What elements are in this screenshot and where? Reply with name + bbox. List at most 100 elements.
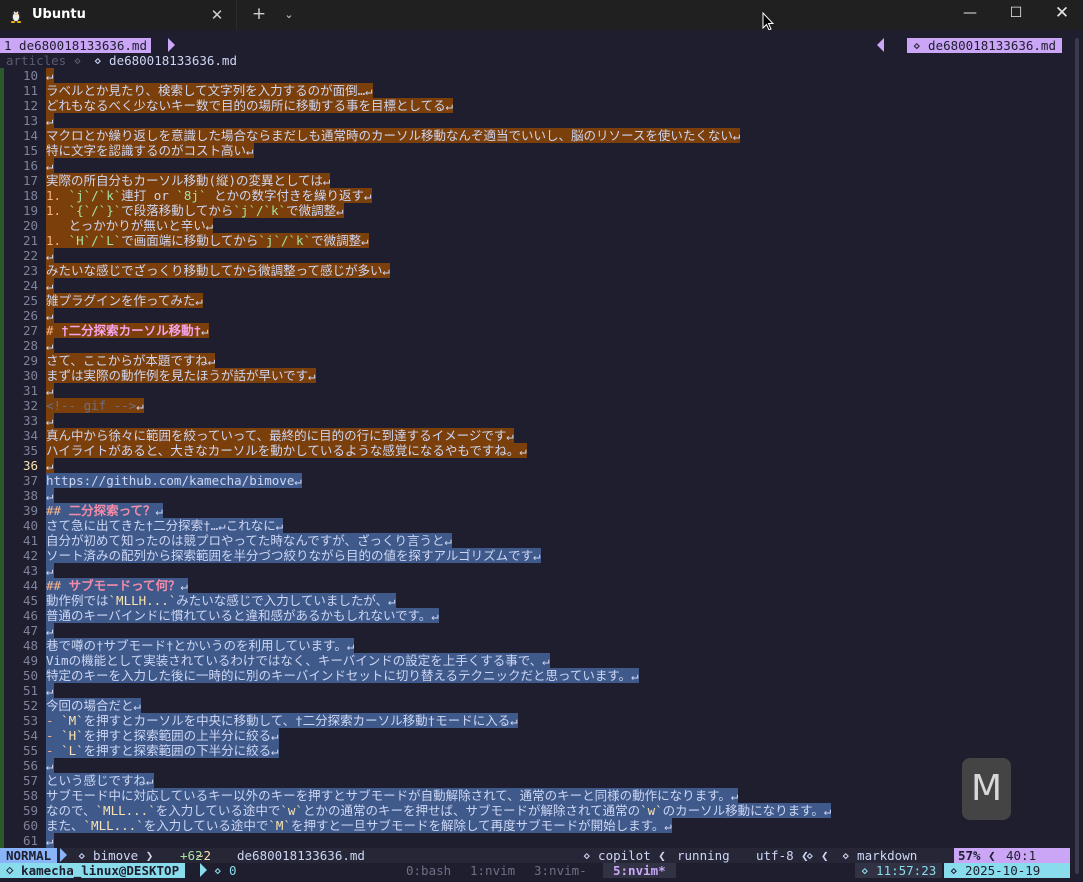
editor-line[interactable]: 37 https://github.com/kamecha/bimove↵ bbox=[0, 473, 1062, 488]
editor-line[interactable]: 28 ↵ bbox=[0, 338, 1062, 353]
line-number: 59 bbox=[22, 803, 38, 818]
tmux-window-3[interactable]: 3:nvim- bbox=[534, 863, 587, 878]
line-text: ハイライトがあると、大きなカーソルを動かしているような感覚になるやもですね。↵ bbox=[46, 443, 527, 458]
editor-line[interactable]: 53- `M`を押すとカーソルを中央に移動して、†二分探索カーソル移動†モードに… bbox=[0, 713, 1062, 728]
editor-line[interactable]: 29 さて、ここからが本題ですね↵ bbox=[0, 353, 1062, 368]
editor-line[interactable]: 57 という感じですね↵ bbox=[0, 773, 1062, 788]
editor-line[interactable]: 42 ソート済みの配列から探索範囲を半分づつ絞りながら目的の値を探すアルゴリズムで… bbox=[0, 548, 1062, 563]
editor-line[interactable]: 58 サブモード中に対応しているキー以外のキーを押すとサブモードが自動解除されて、… bbox=[0, 788, 1062, 803]
editor-line[interactable]: 60 また、`MLL...`を入力している途中で`M`を押すと一旦サブモードを解除… bbox=[0, 818, 1062, 833]
editor-line[interactable]: 31 ↵ bbox=[0, 383, 1062, 398]
line-number: 12 bbox=[22, 98, 38, 113]
editor-line[interactable]: 35 ハイライトがあると、大きなカーソルを動かしているような感覚になるやもですね。… bbox=[0, 443, 1062, 458]
editor-line[interactable]: 55- `L`を押すと探索範囲の下半分に絞る↵ bbox=[0, 743, 1062, 758]
text-segment: ハイライトがあると、大きなカーソルを動かしているような感覚になるやもですね。↵ bbox=[46, 443, 527, 458]
editor-line[interactable]: 13 ↵ bbox=[0, 113, 1062, 128]
text-segment: ↵ bbox=[46, 623, 54, 638]
minimize-button[interactable]: — bbox=[947, 0, 993, 30]
tmux-window-0[interactable]: 0:bash bbox=[406, 863, 451, 878]
editor-line[interactable]: 21 1. `H`/`L`で画面端に移動してから`j`/`k`で微調整↵ bbox=[0, 233, 1062, 248]
terminal-tab-ubuntu[interactable]: Ubuntu ✕ bbox=[0, 0, 237, 30]
editor-line[interactable]: 15 特に文字を認識するのがコスト高い↵ bbox=[0, 143, 1062, 158]
breadcrumb-file[interactable]: ⋄ de680018133636.md bbox=[94, 53, 237, 68]
new-tab-button[interactable]: + bbox=[246, 3, 272, 27]
editor-line[interactable]: 33 ↵ bbox=[0, 413, 1062, 428]
copilot-status: ⋄ copilot ❮ bbox=[583, 848, 666, 863]
mode-indicator: NORMAL bbox=[0, 848, 58, 863]
editor-line[interactable]: 14 マクロとか繰り返しを意識した場合ならまだしも通常時のカーソル移動なんぞ適当で… bbox=[0, 128, 1062, 143]
text-segment: †二分探索カーソル移動† bbox=[61, 323, 202, 338]
text-segment: さて急に出てきた†二分探索†…↵これなに↵ bbox=[46, 518, 284, 533]
text-segment: また、 bbox=[46, 818, 84, 833]
tab-close-icon[interactable]: ✕ bbox=[205, 3, 229, 27]
editor-line[interactable]: 36 ↵ bbox=[0, 458, 1062, 473]
editor-line[interactable]: 11 ラベルとか見たり、検索して文字列を入力するのが面倒…↵ bbox=[0, 83, 1062, 98]
editor-line[interactable]: 39 ## 二分探索って？↵ bbox=[0, 503, 1062, 518]
editor-line[interactable]: 48 巷で噂の†サブモード†とかいうのを利用しています。↵ bbox=[0, 638, 1062, 653]
breadcrumb-directory[interactable]: articles ⋄ bbox=[6, 53, 81, 68]
line-text: ↵ bbox=[46, 413, 54, 428]
editor-line[interactable]: 24 ↵ bbox=[0, 278, 1062, 293]
text-segment: 普通のキーバインドに慣れていると違和感があるかもしれないです。↵ bbox=[46, 608, 439, 623]
terminal-scrollbar[interactable] bbox=[1070, 30, 1083, 882]
tmux-window-5-active[interactable]: 5:nvim* bbox=[603, 863, 676, 878]
editor-line[interactable]: 10 ↵ bbox=[0, 68, 1062, 83]
editor-line[interactable]: 16 ↵ bbox=[0, 158, 1062, 173]
line-text: ↵ bbox=[46, 563, 54, 578]
editor-line[interactable]: 43 ↵ bbox=[0, 563, 1062, 578]
line-text: なので、`MLL...`を入力している途中で`w`とかの通常のキーを押せば、サブ… bbox=[46, 803, 832, 818]
text-segment: ↵ bbox=[46, 113, 54, 128]
winbar-breadcrumb: articles ⋄ ⋄ de680018133636.md bbox=[0, 53, 1070, 68]
editor-line[interactable]: 47 ↵ bbox=[0, 623, 1062, 638]
editor-line[interactable]: 18 1. `j`/`k`連打 or `8j` とかの数字付きを繰り返す↵ bbox=[0, 188, 1062, 203]
editor-line[interactable]: 22 ↵ bbox=[0, 248, 1062, 263]
editor-line[interactable]: 26 ↵ bbox=[0, 308, 1062, 323]
editor-line[interactable]: 52 今回の場合だと↵ bbox=[0, 698, 1062, 713]
scrollbar-thumb[interactable] bbox=[1075, 38, 1079, 874]
editor-line[interactable]: 38 ↵ bbox=[0, 488, 1062, 503]
tmux-window-1[interactable]: 1:nvim bbox=[470, 863, 515, 878]
editor-line[interactable]: 56 ↵ bbox=[0, 758, 1062, 773]
editor-line[interactable]: 59 なので、`MLL...`を入力している途中で`w`とかの通常のキーを押せば、… bbox=[0, 803, 1062, 818]
powerline-arrow-icon bbox=[200, 863, 207, 877]
buffer-tab-active[interactable]: 1 de680018133636.md bbox=[0, 38, 151, 53]
editor-line[interactable]: 12 どれもなるべく少ないキー数で目的の場所に移動する事を目標としてる↵ bbox=[0, 98, 1062, 113]
editor-line[interactable]: 54- `H`を押すと探索範囲の上半分に絞る↵ bbox=[0, 728, 1062, 743]
editor-line[interactable]: 27 # †二分探索カーソル移動†↵ bbox=[0, 323, 1062, 338]
editor-line[interactable]: 40 さて急に出てきた†二分探索†…↵これなに↵ bbox=[0, 518, 1062, 533]
editor-line[interactable]: 61 ↵ bbox=[0, 833, 1062, 848]
line-number: 11 bbox=[22, 83, 38, 98]
text-segment: みたいな感じでざっくり移動してから微調整って感じが多い↵ bbox=[46, 263, 391, 278]
editor-line[interactable]: 41 自分が初めて知ったのは競プロやってた時なんですが、ざっくり言うと↵ bbox=[0, 533, 1062, 548]
editor-line[interactable]: 50 特定のキーを入力した後に一時的に別のキーバインドセットに切り替えるテクニック… bbox=[0, 668, 1062, 683]
line-text: という感じですね↵ bbox=[46, 773, 154, 788]
line-number: 60 bbox=[22, 818, 38, 833]
text-segment: ↵ bbox=[46, 758, 54, 773]
editor-line[interactable]: 32 <!-- gif -->↵ bbox=[0, 398, 1062, 413]
text-segment: - bbox=[46, 728, 62, 743]
tmux-clock: ⋄ 11:57:23 bbox=[855, 863, 943, 878]
editor-buffer[interactable]: 10 ↵ 11 ラベルとか見たり、検索して文字列を入力するのが面倒…↵ 12 どれもなるべ… bbox=[0, 68, 1062, 848]
editor-line[interactable]: 17 実際の所自分もカーソル移動(縦)の変異としては↵ bbox=[0, 173, 1062, 188]
maximize-button[interactable]: ☐ bbox=[993, 0, 1039, 30]
editor-line[interactable]: 19 1. `{`/`}`で段落移動してから`j`/`k`で微調整↵ bbox=[0, 203, 1062, 218]
text-segment: ↵ bbox=[46, 383, 54, 398]
text-segment: 自分が初めて知ったのは競プロやってた時なんですが、ざっくり言うと↵ bbox=[46, 533, 453, 548]
editor-line[interactable]: 45 動作例では`MLLH...`みたいな感じで入力していましたが、↵ bbox=[0, 593, 1062, 608]
editor-line[interactable]: 25 雑プラグインを作ってみた↵ bbox=[0, 293, 1062, 308]
text-segment: ↵ bbox=[46, 158, 54, 173]
editor-line[interactable]: 46 普通のキーバインドに慣れていると違和感があるかもしれないです。↵ bbox=[0, 608, 1062, 623]
editor-line[interactable]: 30 まずは実際の動作例を見たほうが話が早いです↵ bbox=[0, 368, 1062, 383]
editor-line[interactable]: 34 真ん中から徐々に範囲を絞っていって、最終的に目的の行に到達するイメージです↵ bbox=[0, 428, 1062, 443]
terminal-viewport[interactable]: 1 de680018133636.md ⋄ de680018133636.md … bbox=[0, 30, 1070, 882]
editor-line[interactable]: 44 ## サブモードって何？↵ bbox=[0, 578, 1062, 593]
text-segment: `8j` bbox=[176, 188, 207, 203]
editor-line[interactable]: 20 とっかかりが無いと辛い↵ bbox=[0, 218, 1062, 233]
editor-line[interactable]: 49 Vimの機能として実装されているわけではなく、キーバインドの設定を上手くする… bbox=[0, 653, 1062, 668]
editor-line[interactable]: 51 ↵ bbox=[0, 683, 1062, 698]
editor-line[interactable]: 23 みたいな感じでざっくり移動してから微調整って感じが多い↵ bbox=[0, 263, 1062, 278]
close-window-button[interactable]: ✕ bbox=[1039, 0, 1083, 30]
line-number: 24 bbox=[22, 278, 38, 293]
tab-dropdown-chevron-icon[interactable]: ⌄ bbox=[278, 3, 300, 27]
text-segment: ↵ bbox=[46, 683, 54, 698]
